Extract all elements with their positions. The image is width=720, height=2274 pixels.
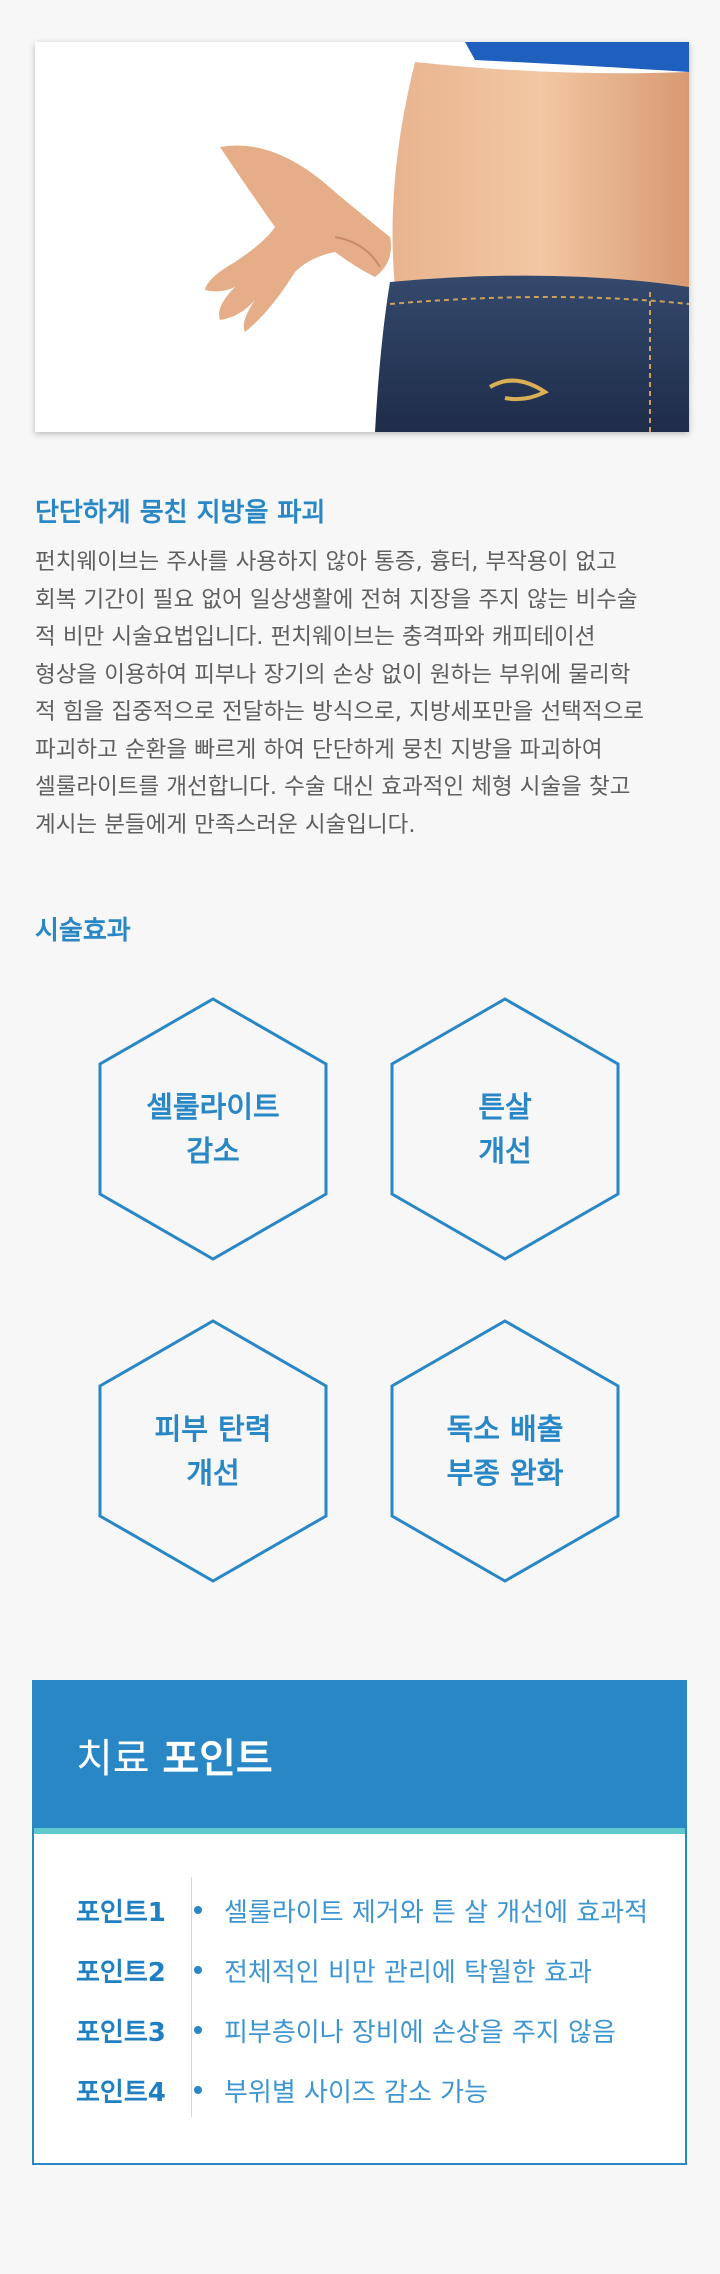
point-text: 부위별 사이즈 감소 가능	[224, 2077, 488, 2108]
description-line: 파괴하고 순환을 빠르게 하여 단단하게 뭉친 지방을 파괴하여	[35, 736, 603, 763]
effect-hexagon-detox: 독소 배출 부종 완화	[389, 1318, 621, 1584]
effect-label-line1: 튼살	[478, 1090, 532, 1124]
effect-label-line1: 독소 배출	[446, 1412, 564, 1446]
point-row: 포인트2 전체적인 비만 관리에 탁월한 효과	[76, 1940, 592, 2000]
effect-label-line1: 셀룰라이트	[146, 1090, 280, 1124]
description-line: 셀룰라이트를 개선합니다. 수술 대신 효과적인 체형 시술을 찾고	[35, 774, 631, 800]
description-line: 펀치웨이브는 주사를 사용하지 않아 통증, 흉터, 부작용이 없고	[35, 549, 617, 575]
section-description: 펀치웨이브는 주사를 사용하지 않아 통증, 흉터, 부작용이 없고 회복 기간…	[35, 544, 695, 844]
effect-label-line2: 감소	[186, 1134, 240, 1168]
hero-image	[35, 42, 689, 432]
point-row: 포인트1 셀룰라이트 제거와 튼 살 개선에 효과적	[76, 1880, 648, 1940]
point-label: 포인트1	[76, 1897, 166, 1928]
effect-hexagon-elasticity: 피부 탄력 개선	[97, 1318, 329, 1584]
points-header: 치료 포인트	[34, 1682, 685, 1834]
effects-title: 시술효과	[35, 916, 131, 946]
effect-label-line1: 피부 탄력	[154, 1412, 272, 1446]
point-text: 피부층이나 장비에 손상을 주지 않음	[224, 2017, 616, 2048]
point-row: 포인트4 부위별 사이즈 감소 가능	[76, 2060, 488, 2120]
point-label: 포인트2	[76, 1957, 166, 1988]
treatment-points-box: 치료 포인트 포인트1 셀룰라이트 제거와 튼 살 개선에 효과적 포인트2 전…	[32, 1680, 687, 2165]
effect-label-line2: 개선	[186, 1456, 240, 1490]
description-line: 계시는 분들에게 만족스러운 시술입니다.	[35, 811, 416, 838]
point-label: 포인트3	[76, 2017, 166, 2048]
bullet-dot-icon	[194, 2086, 202, 2094]
section-title: 단단하게 뭉친 지방을 파괴	[35, 498, 326, 528]
description-line: 적 힘을 집중적으로 전달하는 방식으로, 지방세포만을 선택적으로	[35, 699, 644, 725]
point-row: 포인트3 피부층이나 장비에 손상을 주지 않음	[76, 2000, 616, 2060]
point-text: 전체적인 비만 관리에 탁월한 효과	[224, 1957, 592, 1988]
description-line: 적 비만 시술요법입니다. 펀치웨이브는 충격파와 캐피테이션	[35, 624, 596, 650]
waist-pinch-photo	[35, 42, 689, 432]
points-title-light: 치료	[76, 1736, 150, 1782]
effect-label-line2: 개선	[478, 1134, 532, 1168]
description-line: 회복 기간이 필요 없어 일상생활에 전혀 지장을 주지 않는 비수술	[35, 586, 638, 613]
points-title-bold: 포인트	[162, 1736, 273, 1782]
bullet-dot-icon	[194, 2026, 202, 2034]
bullet-dot-icon	[194, 1906, 202, 1914]
description-line: 형상을 이용하여 피부나 장기의 손상 없이 원하는 부위에 물리학	[35, 661, 631, 688]
bullet-dot-icon	[194, 1966, 202, 1974]
effect-label-line2: 부종 완화	[446, 1456, 564, 1490]
effect-hexagon-cellulite: 셀룰라이트 감소	[97, 996, 329, 1262]
point-text: 셀룰라이트 제거와 튼 살 개선에 효과적	[224, 1897, 649, 1928]
points-title: 치료 포인트	[76, 1726, 273, 1784]
effect-hexagon-stretch-marks: 튼살 개선	[389, 996, 621, 1262]
point-label: 포인트4	[76, 2077, 166, 2108]
